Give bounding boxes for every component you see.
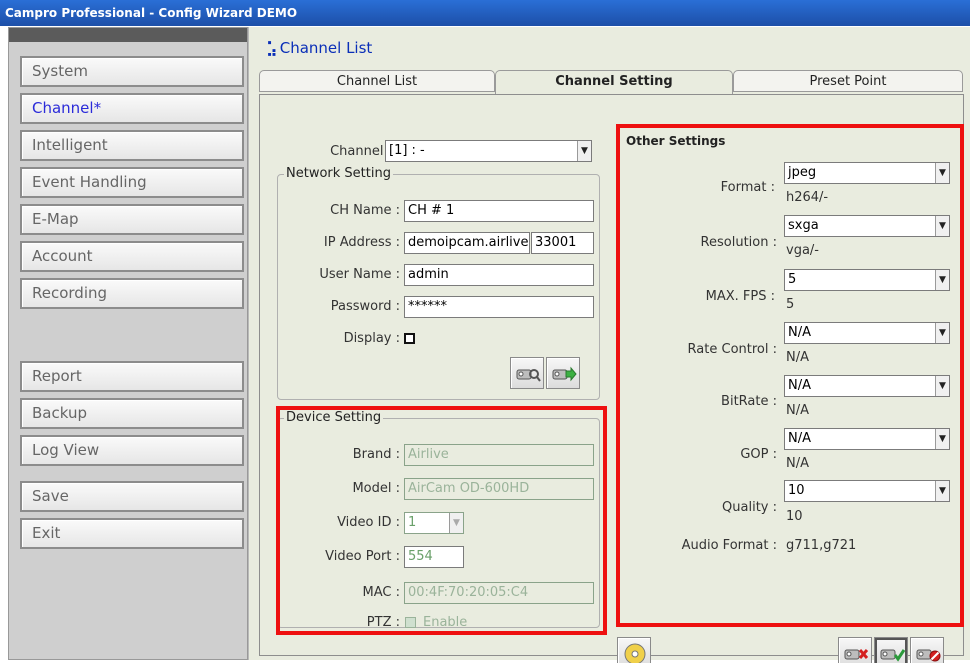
- page-title: ⣡ Channel List: [266, 39, 372, 57]
- channel-label: Channel :: [330, 144, 392, 159]
- channel-select[interactable]: [1] : - ▼: [385, 140, 592, 162]
- channel-select-value: [1] : -: [389, 143, 425, 158]
- sidebar-item-event-handling[interactable]: Event Handling: [20, 167, 244, 198]
- user-name-label: User Name :: [319, 267, 400, 282]
- apply-channel-button[interactable]: [874, 637, 908, 663]
- sidebar: System Channel* Intelligent Event Handli…: [8, 27, 248, 660]
- main-area: ⣡ Channel List Channel List Channel Setti…: [248, 27, 970, 663]
- sidebar-header-bar: [9, 28, 247, 42]
- network-setting-legend: Network Setting: [284, 166, 393, 181]
- device-setting-highlight: [276, 406, 607, 635]
- sidebar-item-exit[interactable]: Exit: [20, 518, 244, 549]
- port-field[interactable]: 33001: [531, 232, 594, 254]
- network-icon: ⣡: [266, 39, 278, 57]
- sidebar-item-backup[interactable]: Backup: [20, 398, 244, 429]
- cancel-channel-button[interactable]: [910, 637, 944, 663]
- display-label: Display :: [343, 331, 400, 346]
- user-name-field[interactable]: admin: [404, 264, 594, 286]
- password-label: Password :: [330, 299, 400, 314]
- info-button[interactable]: [617, 637, 651, 663]
- sidebar-item-emap[interactable]: E-Map: [20, 204, 244, 235]
- other-settings-highlight: [616, 124, 964, 627]
- sidebar-item-report[interactable]: Report: [20, 361, 244, 392]
- sidebar-item-system[interactable]: System: [20, 56, 244, 87]
- camera-arrow-icon: [552, 366, 577, 382]
- ip-address-field[interactable]: demoipcam.airlive: [404, 232, 530, 254]
- chevron-down-icon: ▼: [577, 141, 591, 161]
- page-title-text: Channel List: [279, 39, 373, 57]
- sidebar-item-save[interactable]: Save: [20, 481, 244, 512]
- tab-channel-list[interactable]: Channel List: [259, 70, 495, 92]
- sidebar-item-channel[interactable]: Channel*: [20, 93, 244, 124]
- sidebar-item-log-view[interactable]: Log View: [20, 435, 244, 466]
- camera-cancel-icon: [916, 649, 941, 662]
- search-camera-button[interactable]: [510, 357, 544, 389]
- camera-search-icon: [516, 369, 541, 382]
- display-checkbox[interactable]: [404, 333, 415, 344]
- password-field[interactable]: ******: [404, 296, 594, 318]
- camera-delete-icon: [844, 649, 869, 660]
- tab-preset-point[interactable]: Preset Point: [733, 70, 963, 92]
- ch-name-field[interactable]: CH # 1: [404, 200, 594, 222]
- sidebar-item-account[interactable]: Account: [20, 241, 244, 272]
- connect-camera-button[interactable]: [546, 357, 580, 389]
- delete-channel-button[interactable]: [838, 637, 872, 663]
- ip-address-label: IP Address :: [323, 235, 400, 250]
- ch-name-label: CH Name :: [330, 203, 400, 218]
- tab-channel-setting[interactable]: Channel Setting: [495, 70, 733, 94]
- sidebar-item-intelligent[interactable]: Intelligent: [20, 130, 244, 161]
- disc-icon: [624, 643, 646, 663]
- window-title: Campro Professional - Config Wizard DEMO: [0, 0, 970, 26]
- channel-setting-panel: Channel : [1] : - ▼ Network Setting CH N…: [259, 94, 964, 663]
- camera-check-icon: [880, 649, 905, 662]
- sidebar-item-recording[interactable]: Recording: [20, 278, 244, 309]
- network-setting-group: Network Setting CH Name : CH # 1 IP Addr…: [277, 166, 600, 400]
